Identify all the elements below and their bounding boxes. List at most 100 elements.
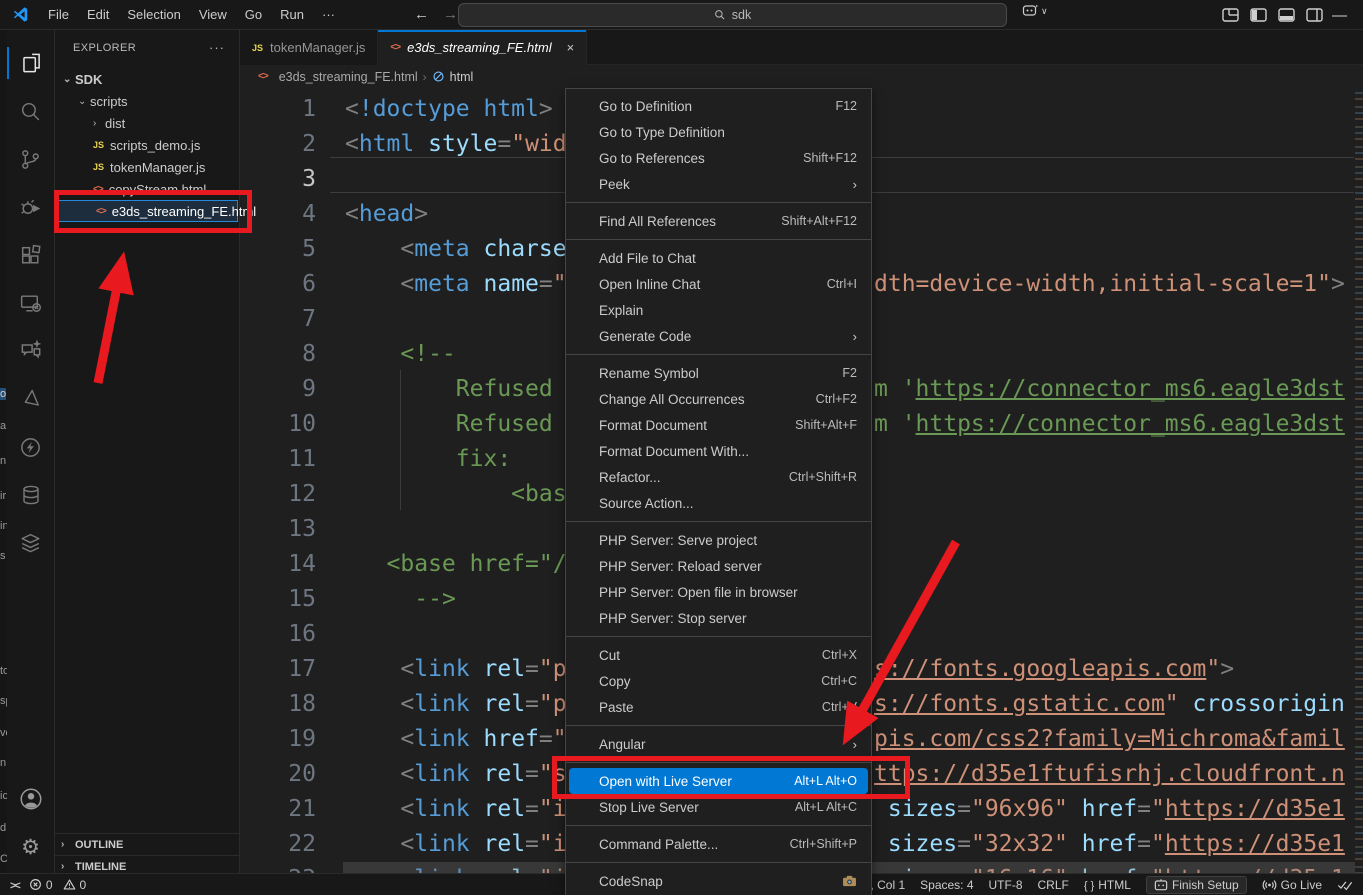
menu-go[interactable]: Go: [236, 3, 271, 26]
menu-item-label: Peek: [599, 177, 833, 192]
status-remote[interactable]: ><: [10, 878, 19, 892]
menu-item-find-all-references[interactable]: Find All ReferencesShift+Alt+F12: [569, 208, 868, 234]
menu-selection[interactable]: Selection: [118, 3, 189, 26]
code-line-20: <link rel="s: [345, 757, 567, 792]
tree-item-scripts[interactable]: ⌄scripts: [55, 90, 240, 112]
menu-item-refactor[interactable]: Refactor...Ctrl+Shift+R: [569, 464, 868, 490]
minimize-button[interactable]: —: [1326, 0, 1353, 30]
layers-icon[interactable]: [7, 520, 54, 566]
menu-item-explain[interactable]: Explain: [569, 297, 868, 323]
status-go-live[interactable]: Go Live: [1262, 878, 1322, 892]
search-icon[interactable]: [7, 88, 54, 134]
menu-separator: [566, 354, 871, 355]
status-utf-8[interactable]: UTF-8: [989, 878, 1023, 892]
forward-arrow-icon[interactable]: →: [443, 6, 458, 23]
minimap[interactable]: [1355, 88, 1363, 873]
remote-explorer-icon[interactable]: [7, 280, 54, 326]
breadcrumb-file[interactable]: e3ds_streaming_FE.html: [279, 70, 418, 84]
status-double-check[interactable]: [1337, 878, 1353, 891]
command-center-search[interactable]: sdk: [458, 3, 1007, 27]
status-0[interactable]: 0: [29, 878, 53, 892]
menu-item-go-to-references[interactable]: Go to ReferencesShift+F12: [569, 145, 868, 171]
menu-item-add-file-to-chat[interactable]: Add File to Chat: [569, 245, 868, 271]
menu-edit[interactable]: Edit: [78, 3, 118, 26]
tree-item-scripts-demo-js[interactable]: JSscripts_demo.js: [55, 134, 240, 156]
close-icon[interactable]: ×: [567, 40, 575, 55]
copilot-chat-icon[interactable]: [7, 328, 54, 374]
menu-item-angular[interactable]: Angular›: [569, 731, 868, 757]
menu-item-paste[interactable]: PasteCtrl+V: [569, 694, 868, 720]
background-text-fragment: ve: [0, 727, 7, 739]
chevron-down-icon: ⌄: [78, 96, 90, 107]
status-0[interactable]: 0: [63, 878, 87, 892]
back-arrow-icon[interactable]: ←: [414, 6, 429, 23]
tab-e3ds-streaming-fe-html[interactable]: <>e3ds_streaming_FE.html×: [378, 30, 587, 65]
menu-item-source-action[interactable]: Source Action...: [569, 490, 868, 516]
menu-item-open-inline-chat[interactable]: Open Inline ChatCtrl+I: [569, 271, 868, 297]
source-control-icon[interactable]: [7, 136, 54, 182]
tree-item-sdk[interactable]: ⌄SDK: [55, 68, 240, 90]
menu-item-go-to-definition[interactable]: Go to DefinitionF12: [569, 93, 868, 119]
background-text-fragment: Co: [0, 853, 7, 865]
layout-grid-icon[interactable]: [1222, 8, 1239, 22]
menu-item-rename-symbol[interactable]: Rename SymbolF2: [569, 360, 868, 386]
menu-item-generate-code[interactable]: Generate Code›: [569, 323, 868, 349]
menu-item-label: CodeSnap: [599, 874, 834, 889]
status-html[interactable]: { }HTML: [1084, 878, 1131, 892]
breadcrumb-separator: ›: [423, 70, 427, 84]
background-text-fragment: in: [0, 520, 7, 532]
explorer-actions-icon[interactable]: ···: [209, 40, 225, 55]
thunder-client-icon[interactable]: [7, 424, 54, 470]
tab-tokenmanager-js[interactable]: JStokenManager.js: [240, 30, 378, 65]
menu-item-shortcut: Ctrl+C: [821, 674, 857, 688]
tree-item-tokenmanager-js[interactable]: JStokenManager.js: [55, 156, 240, 178]
run-debug-icon[interactable]: [7, 184, 54, 230]
breadcrumb: <> e3ds_streaming_FE.html › html: [240, 65, 1363, 88]
line-number: 19: [240, 722, 316, 757]
layout-panel-icon[interactable]: [1278, 8, 1295, 22]
menu-item-format-document-with[interactable]: Format Document With...: [569, 438, 868, 464]
status-finish-setup[interactable]: Finish Setup: [1146, 876, 1247, 894]
layout-sidebar-right-icon[interactable]: [1306, 8, 1323, 22]
account-icon[interactable]: [7, 776, 54, 822]
vscode-logo-icon: [12, 6, 29, 23]
line-number: 23: [240, 862, 316, 873]
menu-[interactable]: ···: [313, 3, 344, 26]
breadcrumb-symbol[interactable]: html: [450, 70, 474, 84]
menu-item-label: Open Inline Chat: [599, 277, 807, 292]
menu-item-go-to-type-definition[interactable]: Go to Type Definition: [569, 119, 868, 145]
tree-item-label: tokenManager.js: [110, 160, 205, 175]
explorer-icon[interactable]: [7, 40, 54, 86]
menu-item-label: Copy: [599, 674, 801, 689]
tree-item-dist[interactable]: ›dist: [55, 112, 240, 134]
menu-item-label: Paste: [599, 700, 802, 715]
menu-item-php-server-stop-server[interactable]: PHP Server: Stop server: [569, 605, 868, 631]
status-crlf[interactable]: CRLF: [1038, 878, 1069, 892]
menu-item-php-server-reload-server[interactable]: PHP Server: Reload server: [569, 553, 868, 579]
tree-item-label: scripts: [90, 94, 128, 109]
settings-icon[interactable]: ⚙: [7, 824, 54, 870]
menu-run[interactable]: Run: [271, 3, 313, 26]
panel-outline[interactable]: ›OUTLINE: [55, 833, 239, 855]
menu-item-label: Source Action...: [599, 496, 857, 511]
database-icon[interactable]: [7, 472, 54, 518]
menu-item-peek[interactable]: Peek›: [569, 171, 868, 197]
menu-item-format-document[interactable]: Format DocumentShift+Alt+F: [569, 412, 868, 438]
menu-item-cut[interactable]: CutCtrl+X: [569, 642, 868, 668]
prisma-icon[interactable]: [7, 376, 54, 422]
menu-file[interactable]: File: [39, 3, 78, 26]
menu-item-php-server-serve-project[interactable]: PHP Server: Serve project: [569, 527, 868, 553]
tab-label: e3ds_streaming_FE.html: [407, 40, 552, 55]
menu-view[interactable]: View: [190, 3, 236, 26]
status-spaces-4[interactable]: Spaces: 4: [920, 878, 973, 892]
menu-item-codesnap[interactable]: CodeSnap: [569, 868, 868, 894]
layout-sidebar-left-icon[interactable]: [1250, 8, 1267, 22]
menu-item-copy[interactable]: Copy Ctrl+C: [569, 668, 868, 694]
menu-item-shortcut: Ctrl+Shift+P: [790, 837, 857, 851]
menu-item-change-all-occurrences[interactable]: Change All OccurrencesCtrl+F2: [569, 386, 868, 412]
copilot-menu-button[interactable]: ∨: [1022, 4, 1048, 18]
extensions-icon[interactable]: [7, 232, 54, 278]
code-line-19: <link href=": [345, 722, 567, 757]
menu-item-command-palette[interactable]: Command Palette...Ctrl+Shift+P: [569, 831, 868, 857]
menu-item-php-server-open-file-in-browser[interactable]: PHP Server: Open file in browser: [569, 579, 868, 605]
